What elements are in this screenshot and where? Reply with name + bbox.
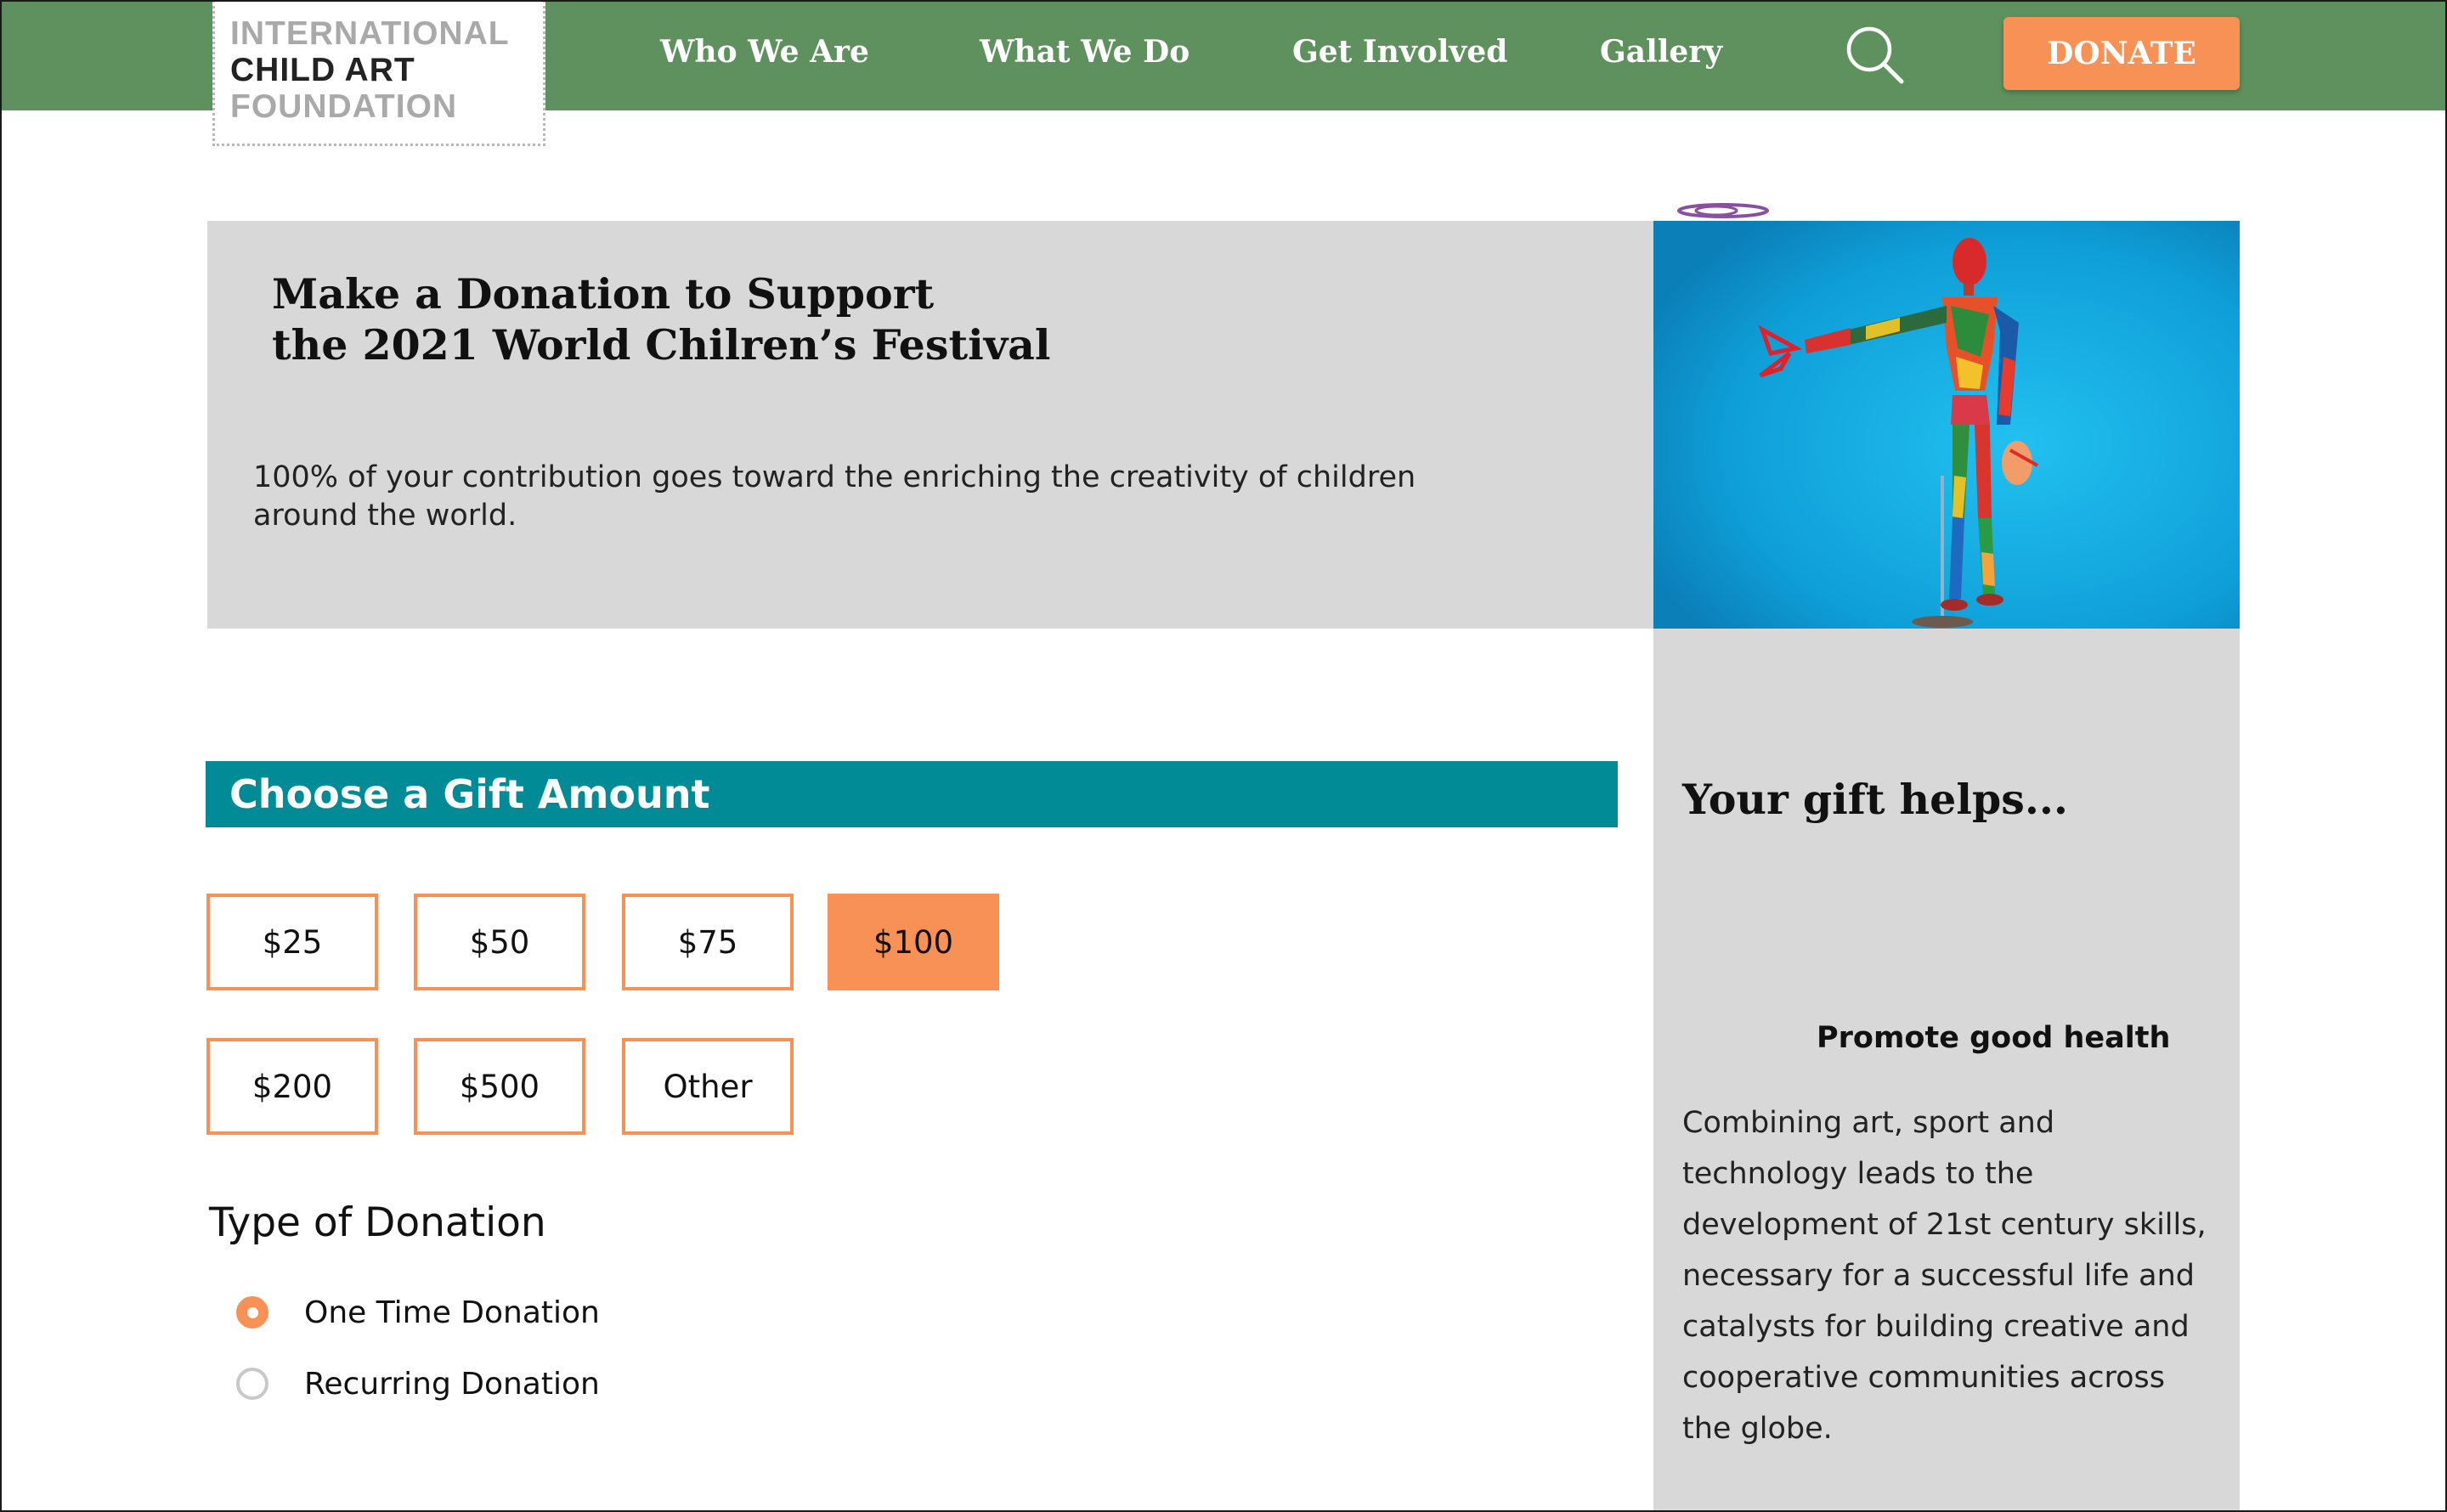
- nav-gallery[interactable]: Gallery: [1600, 34, 1722, 70]
- side-body-text: Combining art, sport and technology lead…: [1682, 1106, 2207, 1446]
- amount-button-75[interactable]: $75: [622, 894, 794, 990]
- amount-button-50[interactable]: $50: [414, 894, 585, 990]
- donation-type-title: Type of Donation: [209, 1199, 546, 1246]
- nav-what-we-do[interactable]: What We Do: [980, 34, 1190, 70]
- radio-one-time-donation[interactable]: One Time Donation: [236, 1293, 600, 1332]
- gift-amount-header: Choose a Gift Amount: [206, 761, 1618, 827]
- radio-button-selected[interactable]: [236, 1296, 268, 1329]
- decorative-swirl-icon: [1677, 203, 1769, 218]
- hero-subtitle: 100% of your contribution goes toward th…: [253, 460, 1416, 533]
- amount-button-25[interactable]: $25: [206, 894, 378, 990]
- amount-button-other[interactable]: Other: [622, 1038, 794, 1135]
- radio-label-one-time: One Time Donation: [304, 1295, 600, 1330]
- radio-label-recurring: Recurring Donation: [304, 1366, 600, 1402]
- amount-button-500[interactable]: $500: [414, 1038, 585, 1135]
- nav-who-we-are[interactable]: Who We Are: [660, 34, 869, 70]
- search-icon: [1846, 26, 1904, 84]
- hero-title-line-1: Make a Donation to Support: [272, 269, 935, 319]
- side-title: Your gift helps...: [1682, 775, 2068, 824]
- search-button[interactable]: [1845, 25, 1905, 85]
- side-subtitle: Promote good health: [1817, 1021, 2171, 1055]
- donate-button[interactable]: DONATE: [2003, 17, 2240, 90]
- logo-line-3: FOUNDATION: [230, 88, 458, 125]
- radio-button-unselected[interactable]: [236, 1368, 268, 1400]
- amount-button-200[interactable]: $200: [206, 1038, 378, 1135]
- nav-get-involved[interactable]: Get Involved: [1292, 34, 1507, 70]
- logo-line-2: CHILD ART: [230, 52, 415, 88]
- hero-title: Make a Donation to Support the 2021 Worl…: [272, 268, 1051, 370]
- radio-recurring-donation[interactable]: Recurring Donation: [236, 1364, 600, 1403]
- amount-button-100[interactable]: $100: [828, 894, 999, 990]
- hero-title-line-2: the 2021 World Chilren’s Festival: [272, 320, 1051, 370]
- logo[interactable]: INTERNATIONAL CHILD ART FOUNDATION: [212, 0, 545, 146]
- logo-line-1: INTERNATIONAL: [230, 15, 510, 52]
- hero-image-painted-mannequin: [1653, 221, 2240, 629]
